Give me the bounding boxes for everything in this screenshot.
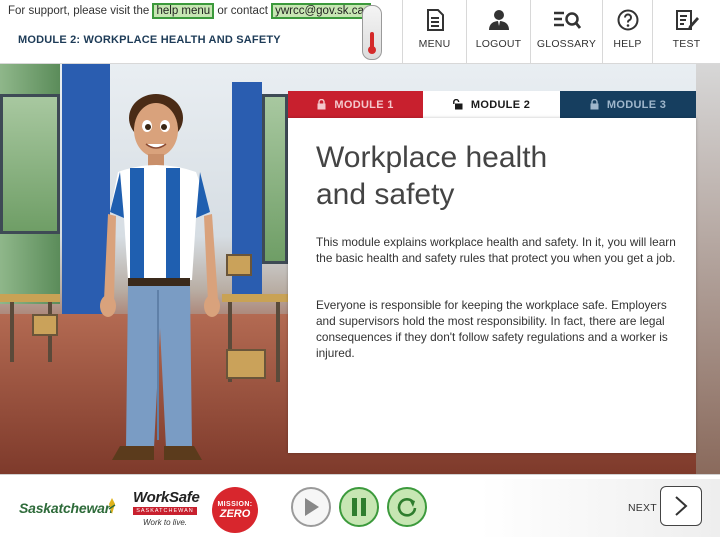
worksafe-logo: WorkSafe SASKATCHEWAN Work to live. [133,489,200,527]
worksafe-name: WorkSafe [133,489,200,506]
worksafe-tagline: Work to live. [142,518,187,527]
footer-bar: Saskatchewan WorkSafe SASKATCHEWAN Work … [0,474,720,540]
play-button[interactable] [291,487,331,527]
replay-icon [397,498,417,517]
page-title-line-2: and safety [316,178,455,211]
tab-module-3[interactable]: MODULE 3 [560,91,696,118]
test-label: TEST [672,38,701,50]
thermometer-icon [362,5,382,60]
mission-line-1: MISSION: [217,500,253,508]
question-icon [617,9,639,31]
tab-module-2-label: MODULE 2 [470,98,531,111]
help-button[interactable]: HELP [602,0,652,64]
tab-module-1[interactable]: MODULE 1 [288,91,423,118]
intro-paragraph: This module explains workplace health an… [316,235,676,265]
logout-button[interactable]: LOGOUT [466,0,530,64]
pause-button[interactable] [339,487,379,527]
mission-zero-logo: MISSION: ZERO [212,487,258,533]
list-search-icon [553,9,581,31]
document-icon [426,9,444,31]
top-header: For support, please visit the help menu … [0,0,720,64]
support-prefix: For support, please visit the [8,5,150,17]
replay-button[interactable] [387,487,427,527]
next-button[interactable] [660,486,702,526]
wheat-icon [108,498,116,514]
module-title: MODULE 2: WORKPLACE HEALTH AND SAFETY [18,34,281,46]
responsibility-paragraph: Everyone is responsible for keeping the … [316,298,668,360]
window [262,94,288,264]
tab-module-3-label: MODULE 3 [606,98,667,111]
saskatchewan-logo: Saskatchewan [19,500,114,516]
user-icon [488,9,510,31]
lock-icon [590,99,599,110]
support-middle: or contact [217,5,268,17]
support-email-link[interactable]: ywrcc@gov.sk.ca. [271,3,372,19]
menu-button[interactable]: MENU [402,0,466,64]
window [0,94,60,234]
play-icon [305,498,319,516]
mission-line-2: ZERO [219,507,251,520]
menu-label: MENU [418,38,451,50]
pause-icon [352,498,366,516]
tab-module-2[interactable]: MODULE 2 [423,91,560,118]
edit-doc-icon [675,9,699,31]
guide-character [100,94,220,460]
glossary-label: GLOSSARY [536,38,597,50]
unlock-icon [452,99,463,110]
chevron-right-icon [675,496,688,516]
module-tabs: MODULE 1 MODULE 2 MODULE 3 [288,91,696,118]
next-label: NEXT [628,502,657,514]
page-title: Workplace health and safety [316,139,656,213]
worksafe-region: SASKATCHEWAN [133,507,197,515]
help-menu-link[interactable]: help menu [152,3,215,19]
lock-icon [317,99,326,110]
page-title-line-1: Workplace health [316,141,548,174]
test-button[interactable]: TEST [652,0,720,64]
tab-module-1-label: MODULE 1 [334,98,394,111]
help-label: HELP [613,38,642,50]
logout-label: LOGOUT [475,38,522,50]
support-line: For support, please visit the help menu … [8,3,372,19]
glossary-button[interactable]: GLOSSARY [530,0,602,64]
